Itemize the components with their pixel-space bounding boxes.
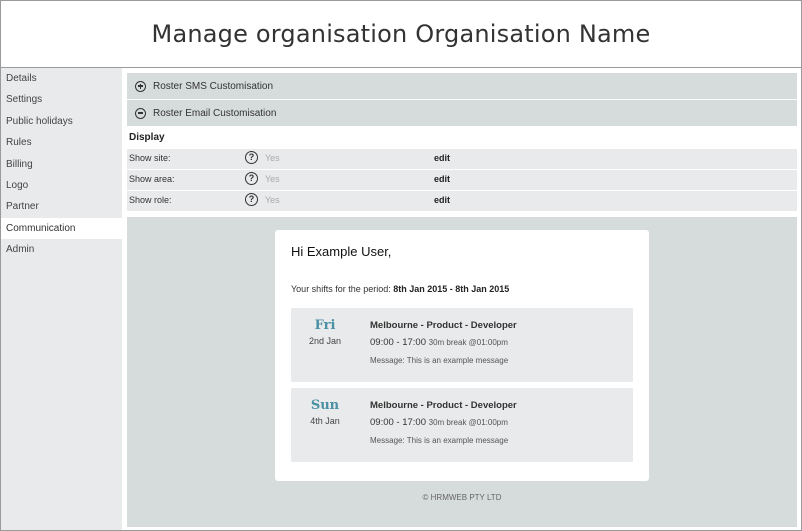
edit-link[interactable]: edit bbox=[434, 174, 450, 184]
setting-row-show-site: Show site: ? Yes edit bbox=[127, 148, 797, 169]
setting-value: Yes bbox=[265, 195, 280, 205]
shift-time-range: 09:00 - 17:00 bbox=[370, 337, 426, 348]
page-header: Manage organisation Organisation Name bbox=[1, 1, 801, 68]
display-section-title: Display bbox=[129, 132, 165, 143]
setting-value: Yes bbox=[265, 174, 280, 184]
plus-circle-icon bbox=[135, 80, 146, 92]
page-title: Manage organisation Organisation Name bbox=[151, 20, 651, 48]
shift-card: Sun 4th Jan Melbourne - Product - Develo… bbox=[291, 388, 633, 462]
help-icon[interactable]: ? bbox=[245, 193, 258, 206]
shift-time: 09:00 - 17:00 30m break @01:00pm bbox=[370, 337, 508, 348]
help-icon[interactable]: ? bbox=[245, 151, 258, 164]
shift-time: 09:00 - 17:00 30m break @01:00pm bbox=[370, 417, 508, 428]
shift-message: Message: This is an example message bbox=[370, 436, 509, 445]
app-window: Manage organisation Organisation Name De… bbox=[0, 0, 802, 531]
shift-title: Melbourne - Product - Developer bbox=[370, 320, 517, 331]
edit-link[interactable]: edit bbox=[434, 195, 450, 205]
shift-time-range: 09:00 - 17:00 bbox=[370, 417, 426, 428]
shift-period: Your shifts for the period: 8th Jan 2015… bbox=[291, 284, 509, 294]
sidebar-item-details[interactable]: Details bbox=[1, 68, 122, 89]
sidebar-item-logo[interactable]: Logo bbox=[1, 175, 122, 196]
sidebar-item-partner[interactable]: Partner bbox=[1, 196, 122, 217]
shift-date: 4th Jan bbox=[310, 416, 340, 426]
shift-period-label: Your shifts for the period: bbox=[291, 284, 391, 294]
edit-link[interactable]: edit bbox=[434, 153, 450, 163]
sms-customisation-label: Roster SMS Customisation bbox=[153, 80, 274, 92]
minus-circle-icon bbox=[135, 107, 146, 119]
setting-label: Show role: bbox=[129, 195, 172, 205]
setting-value: Yes bbox=[265, 153, 280, 163]
email-preview-panel: Hi Example User, Your shifts for the per… bbox=[127, 217, 797, 527]
shift-break: 30m break @01:00pm bbox=[428, 338, 508, 347]
shift-date: 2nd Jan bbox=[308, 336, 342, 346]
setting-row-show-area: Show area: ? Yes edit bbox=[127, 169, 797, 190]
shift-title: Melbourne - Product - Developer bbox=[370, 400, 517, 411]
shift-day: Sun bbox=[310, 398, 340, 413]
main-content: Roster SMS Customisation Roster Email Cu… bbox=[125, 68, 800, 530]
email-customisation-label: Roster Email Customisation bbox=[153, 107, 277, 119]
sidebar-item-settings[interactable]: Settings bbox=[1, 89, 122, 110]
shift-card: Fri 2nd Jan Melbourne - Product - Develo… bbox=[291, 308, 633, 382]
email-preview-card: Hi Example User, Your shifts for the per… bbox=[275, 230, 649, 481]
shift-message: Message: This is an example message bbox=[370, 356, 509, 365]
sidebar-item-rules[interactable]: Rules bbox=[1, 132, 122, 153]
setting-label: Show area: bbox=[129, 174, 175, 184]
shift-day: Fri bbox=[314, 318, 336, 333]
sidebar: Details Settings Public holidays Rules B… bbox=[1, 68, 122, 530]
email-customisation-accordion[interactable]: Roster Email Customisation bbox=[127, 100, 797, 126]
sidebar-item-communication[interactable]: Communication bbox=[1, 217, 122, 240]
help-icon[interactable]: ? bbox=[245, 172, 258, 185]
setting-label: Show site: bbox=[129, 153, 171, 163]
shift-period-value: 8th Jan 2015 - 8th Jan 2015 bbox=[393, 284, 510, 294]
email-footer: © HRMWEB PTY LTD bbox=[422, 493, 502, 502]
setting-row-show-role: Show role: ? Yes edit bbox=[127, 190, 797, 211]
sidebar-item-admin[interactable]: Admin bbox=[1, 239, 122, 260]
shift-break: 30m break @01:00pm bbox=[428, 418, 508, 427]
sidebar-item-billing[interactable]: Billing bbox=[1, 154, 122, 175]
sidebar-item-public-holidays[interactable]: Public holidays bbox=[1, 111, 122, 132]
sms-customisation-accordion[interactable]: Roster SMS Customisation bbox=[127, 73, 797, 99]
email-greeting: Hi Example User, bbox=[291, 244, 392, 259]
